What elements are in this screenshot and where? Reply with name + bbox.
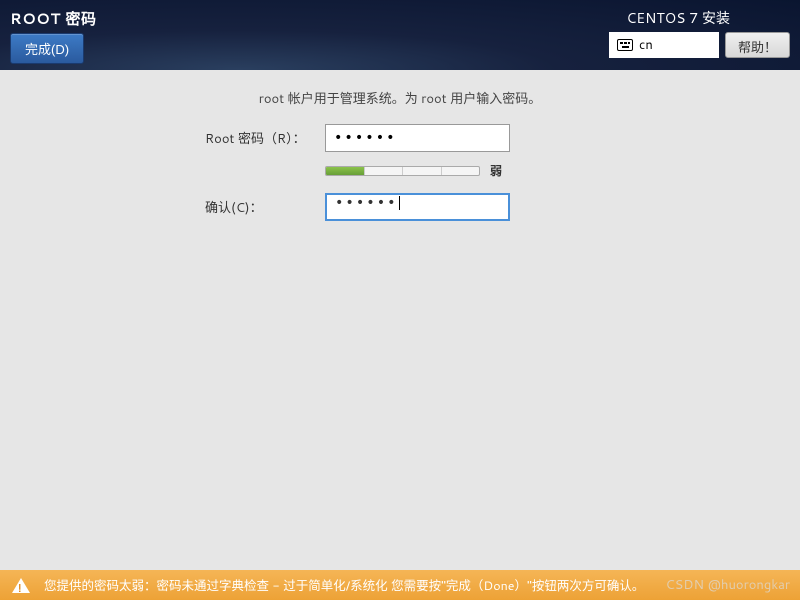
confirm-label: 确认(C)： [205, 197, 325, 217]
password-strength-meter [325, 166, 480, 176]
header-right: CENTOS 7 安装 cn 帮助！ [609, 8, 790, 62]
strength-segment [403, 167, 442, 175]
header-controls: cn 帮助！ [609, 32, 790, 58]
done-button[interactable]: 完成(D) [10, 33, 84, 64]
root-password-input[interactable] [325, 124, 510, 152]
keyboard-layout-indicator[interactable]: cn [609, 32, 719, 58]
keyboard-icon [617, 39, 633, 51]
strength-segment [442, 167, 480, 175]
password-label: Root 密码（R）： [205, 128, 325, 148]
password-row: Root 密码（R）： [205, 124, 760, 152]
warning-bar: 您提供的密码太弱：密码未通过字典检查 - 过于简单化/系统化 您需要按"完成（D… [0, 570, 800, 600]
page-title: ROOT 密码 [10, 8, 97, 29]
warning-icon [12, 578, 30, 593]
confirm-row: 确认(C)： •••••• [205, 193, 760, 221]
text-cursor [399, 196, 400, 210]
keyboard-layout-code: cn [639, 36, 653, 54]
strength-segment [365, 167, 404, 175]
confirm-password-input[interactable]: •••••• [325, 193, 510, 221]
help-button[interactable]: 帮助！ [725, 32, 790, 58]
strength-row: 弱 [325, 162, 760, 179]
confirm-password-value: •••••• [335, 195, 398, 211]
installer-header: ROOT 密码 完成(D) CENTOS 7 安装 cn 帮助！ [0, 0, 800, 70]
strength-label: 弱 [490, 162, 502, 179]
strength-segment [326, 167, 365, 175]
header-left: ROOT 密码 完成(D) [10, 8, 97, 62]
instruction-text: root 帐户用于管理系统。为 root 用户输入密码。 [40, 88, 760, 108]
warning-message: 您提供的密码太弱：密码未通过字典检查 - 过于简单化/系统化 您需要按"完成（D… [44, 575, 644, 595]
installer-title: CENTOS 7 安装 [626, 8, 790, 28]
content-area: root 帐户用于管理系统。为 root 用户输入密码。 Root 密码（R）：… [0, 70, 800, 249]
